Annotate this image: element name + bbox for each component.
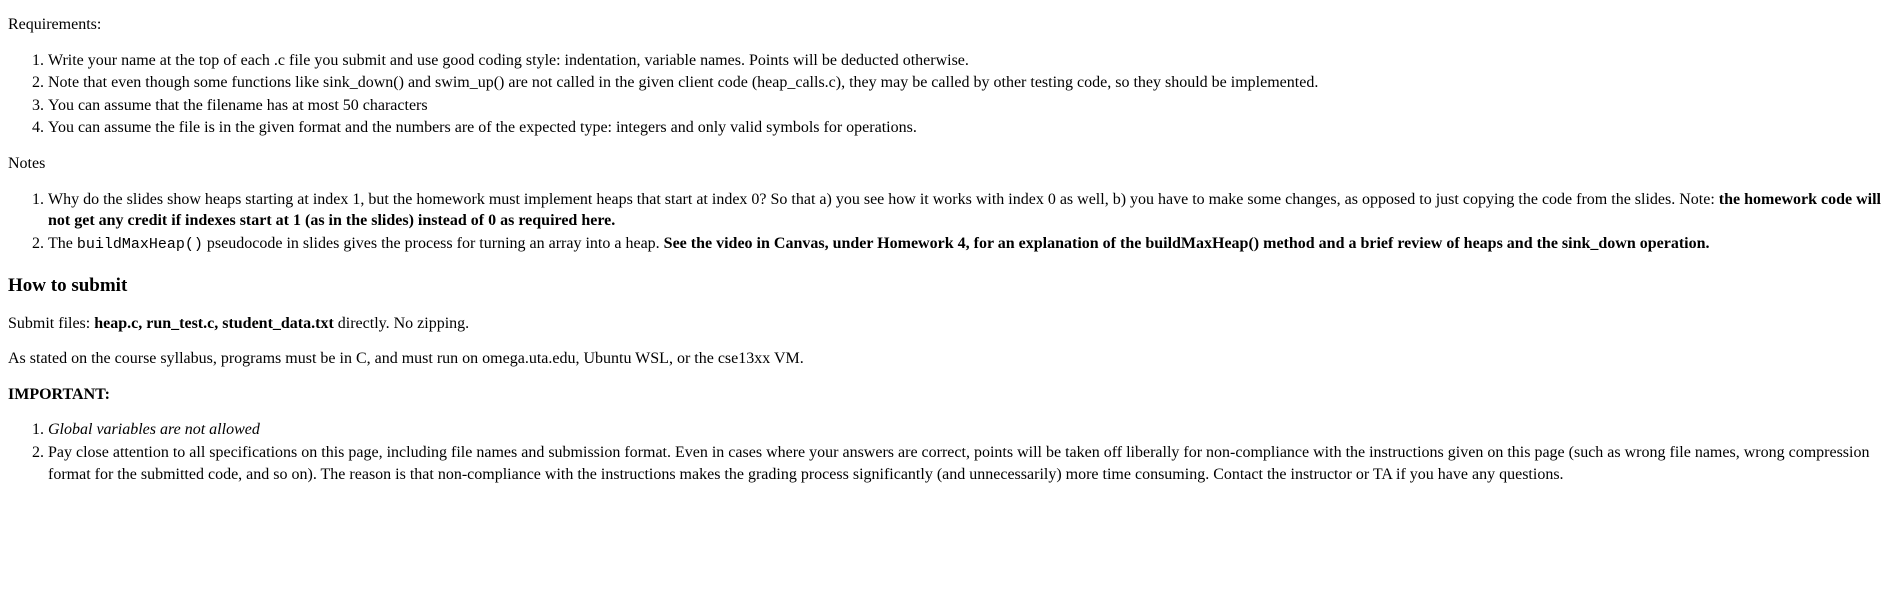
important-item: Pay close attention to all specification… — [48, 442, 1887, 485]
important-item: Global variables are not allowed — [48, 419, 1887, 441]
important-list: Global variables are not allowed Pay clo… — [8, 419, 1887, 485]
note-emphasis: See the video in Canvas, under Homework … — [664, 235, 1710, 252]
submit-files-list: heap.c, run_test.c, student_data.txt — [94, 315, 334, 332]
how-to-submit-heading: How to submit — [8, 273, 1887, 299]
note-item: The buildMaxHeap() pseudocode in slides … — [48, 233, 1887, 255]
important-text: IMPORTANT: — [8, 386, 110, 403]
notes-list: Why do the slides show heaps starting at… — [8, 189, 1887, 255]
submit-prefix: Submit files: — [8, 315, 94, 332]
requirements-list: Write your name at the top of each .c fi… — [8, 50, 1887, 139]
important-italic: Global variables are not allowed — [48, 421, 260, 438]
requirements-label: Requirements: — [8, 14, 1887, 36]
note-text: pseudocode in slides gives the process f… — [203, 235, 664, 252]
requirement-item: Write your name at the top of each .c fi… — [48, 50, 1887, 72]
important-label: IMPORTANT: — [8, 384, 1887, 406]
requirement-item: You can assume the file is in the given … — [48, 117, 1887, 139]
syllabus-paragraph: As stated on the course syllabus, progra… — [8, 348, 1887, 370]
note-text: The — [48, 235, 77, 252]
requirement-item: You can assume that the filename has at … — [48, 95, 1887, 117]
submit-suffix: directly. No zipping. — [334, 315, 469, 332]
notes-label: Notes — [8, 153, 1887, 175]
requirement-item: Note that even though some functions lik… — [48, 72, 1887, 94]
submit-files-paragraph: Submit files: heap.c, run_test.c, studen… — [8, 313, 1887, 335]
note-item: Why do the slides show heaps starting at… — [48, 189, 1887, 232]
note-text: Why do the slides show heaps starting at… — [48, 191, 1719, 208]
code-text: buildMaxHeap() — [77, 236, 203, 253]
